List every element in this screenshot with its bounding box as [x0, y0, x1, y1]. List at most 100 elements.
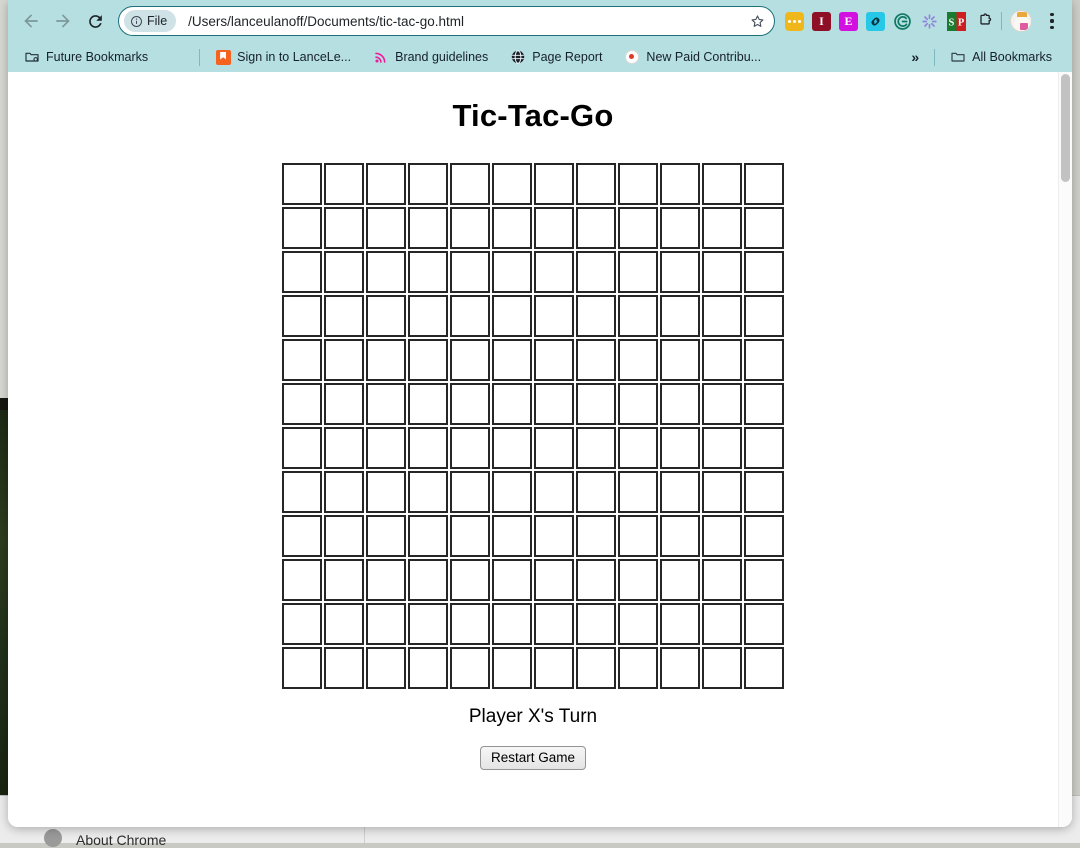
board-cell[interactable]: [576, 339, 616, 381]
board-cell[interactable]: [450, 603, 490, 645]
board-cell[interactable]: [366, 647, 406, 689]
board-cell[interactable]: [744, 383, 784, 425]
board-cell[interactable]: [702, 207, 742, 249]
board-cell[interactable]: [366, 207, 406, 249]
board-cell[interactable]: [744, 339, 784, 381]
board-cell[interactable]: [534, 559, 574, 601]
board-cell[interactable]: [660, 515, 700, 557]
board-cell[interactable]: [408, 295, 448, 337]
board-cell[interactable]: [702, 251, 742, 293]
game-board[interactable]: [281, 163, 785, 689]
board-cell[interactable]: [702, 163, 742, 205]
board-cell[interactable]: [492, 295, 532, 337]
bookmark-item-sign-in[interactable]: Sign in to LanceLe...: [209, 46, 357, 68]
board-cell[interactable]: [282, 603, 322, 645]
board-cell[interactable]: [660, 559, 700, 601]
board-cell[interactable]: [576, 207, 616, 249]
board-cell[interactable]: [660, 339, 700, 381]
board-cell[interactable]: [618, 207, 658, 249]
board-cell[interactable]: [744, 603, 784, 645]
board-cell[interactable]: [282, 207, 322, 249]
omnibox[interactable]: File /Users/lanceulanoff/Documents/tic-t…: [118, 6, 775, 36]
board-cell[interactable]: [744, 295, 784, 337]
board-cell[interactable]: [324, 559, 364, 601]
board-cell[interactable]: [618, 647, 658, 689]
board-cell[interactable]: [324, 251, 364, 293]
board-cell[interactable]: [534, 339, 574, 381]
board-cell[interactable]: [408, 251, 448, 293]
board-cell[interactable]: [366, 383, 406, 425]
board-cell[interactable]: [660, 603, 700, 645]
board-cell[interactable]: [450, 427, 490, 469]
board-cell[interactable]: [702, 339, 742, 381]
board-cell[interactable]: [702, 383, 742, 425]
chrome-menu-button[interactable]: [1040, 8, 1064, 34]
bookmarks-overflow-button[interactable]: »: [905, 46, 925, 68]
board-cell[interactable]: [618, 515, 658, 557]
restart-game-button[interactable]: Restart Game: [480, 746, 586, 770]
board-cell[interactable]: [324, 383, 364, 425]
overflow-dots-extension[interactable]: [785, 12, 804, 31]
board-cell[interactable]: [744, 647, 784, 689]
board-cell[interactable]: [702, 647, 742, 689]
board-cell[interactable]: [282, 163, 322, 205]
board-cell[interactable]: [366, 427, 406, 469]
bookmark-item-apps[interactable]: [162, 46, 190, 68]
board-cell[interactable]: [282, 647, 322, 689]
board-cell[interactable]: [282, 295, 322, 337]
board-cell[interactable]: [576, 427, 616, 469]
board-cell[interactable]: [492, 515, 532, 557]
board-cell[interactable]: [492, 647, 532, 689]
board-cell[interactable]: [282, 383, 322, 425]
bookmark-star-button[interactable]: [744, 8, 770, 34]
bookmark-item-brand-guidelines[interactable]: Brand guidelines: [367, 46, 494, 68]
board-cell[interactable]: [450, 295, 490, 337]
board-cell[interactable]: [450, 251, 490, 293]
board-cell[interactable]: [702, 295, 742, 337]
grammarly-extension[interactable]: [893, 12, 912, 31]
board-cell[interactable]: [408, 339, 448, 381]
board-cell[interactable]: [492, 559, 532, 601]
board-cell[interactable]: [660, 251, 700, 293]
board-cell[interactable]: [324, 603, 364, 645]
board-cell[interactable]: [618, 295, 658, 337]
profile-avatar[interactable]: [1010, 10, 1032, 32]
board-cell[interactable]: [534, 163, 574, 205]
board-cell[interactable]: [282, 339, 322, 381]
board-cell[interactable]: [366, 471, 406, 513]
board-cell[interactable]: [408, 559, 448, 601]
board-cell[interactable]: [450, 647, 490, 689]
board-cell[interactable]: [366, 339, 406, 381]
board-cell[interactable]: [282, 251, 322, 293]
board-cell[interactable]: [492, 339, 532, 381]
board-cell[interactable]: [534, 471, 574, 513]
bookmark-item-page-report[interactable]: Page Report: [504, 46, 608, 68]
board-cell[interactable]: [744, 207, 784, 249]
board-cell[interactable]: [366, 559, 406, 601]
board-cell[interactable]: [618, 251, 658, 293]
board-cell[interactable]: [324, 295, 364, 337]
forward-button[interactable]: [48, 6, 78, 36]
board-cell[interactable]: [408, 207, 448, 249]
board-cell[interactable]: [366, 163, 406, 205]
evernote-extension[interactable]: E: [839, 12, 858, 31]
board-cell[interactable]: [702, 471, 742, 513]
board-cell[interactable]: [534, 251, 574, 293]
board-cell[interactable]: [576, 383, 616, 425]
board-cell[interactable]: [576, 251, 616, 293]
board-cell[interactable]: [450, 207, 490, 249]
board-cell[interactable]: [534, 603, 574, 645]
board-cell[interactable]: [576, 295, 616, 337]
bookmark-item-future-bookmarks[interactable]: Future Bookmarks: [18, 46, 154, 68]
board-cell[interactable]: [492, 251, 532, 293]
reload-button[interactable]: [80, 6, 110, 36]
board-cell[interactable]: [744, 163, 784, 205]
board-cell[interactable]: [282, 515, 322, 557]
board-cell[interactable]: [282, 559, 322, 601]
link-extension[interactable]: [866, 12, 885, 31]
board-cell[interactable]: [408, 163, 448, 205]
board-cell[interactable]: [618, 383, 658, 425]
board-cell[interactable]: [408, 515, 448, 557]
board-cell[interactable]: [492, 207, 532, 249]
board-cell[interactable]: [492, 603, 532, 645]
